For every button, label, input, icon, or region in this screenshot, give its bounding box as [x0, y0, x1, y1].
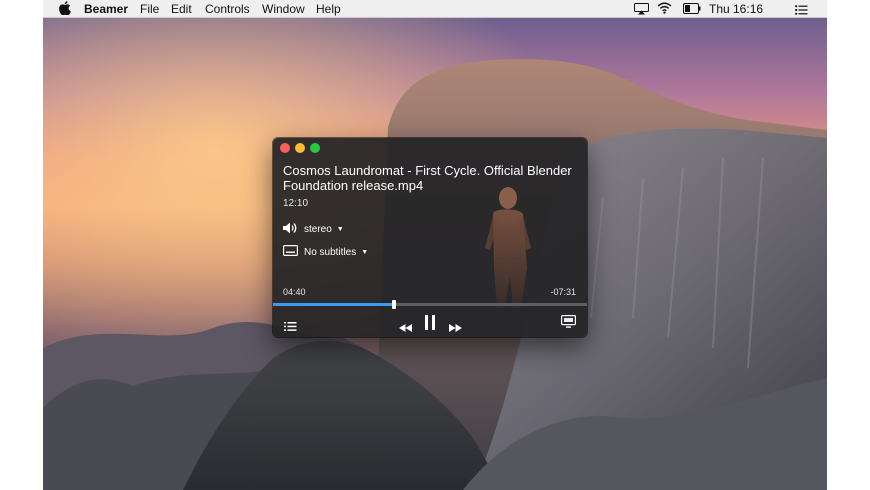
playlist-icon[interactable]	[284, 318, 297, 336]
airplay-screen-icon[interactable]	[561, 315, 577, 333]
menu-clock[interactable]: Thu 16:16	[709, 2, 763, 16]
audio-track-selector[interactable]: stereo ▼	[283, 222, 344, 237]
fast-forward-icon[interactable]	[449, 319, 462, 337]
menu-controls[interactable]: Controls	[205, 2, 250, 16]
battery-icon[interactable]	[683, 3, 701, 17]
minimize-button[interactable]	[295, 143, 305, 153]
media-title: Cosmos Laundromat - First Cycle. Officia…	[283, 163, 572, 193]
pause-icon[interactable]	[424, 315, 436, 335]
playback-progress-bar[interactable]	[273, 300, 587, 309]
close-button[interactable]	[280, 143, 290, 153]
progress-scrubber-handle[interactable]	[391, 300, 396, 309]
elapsed-time: 04:40	[283, 287, 306, 297]
video-preview	[485, 187, 531, 308]
menu-app-name[interactable]: Beamer	[84, 2, 128, 16]
notification-center-icon[interactable]	[795, 4, 808, 18]
rewind-icon[interactable]	[399, 319, 412, 337]
progress-fill	[273, 303, 394, 306]
wifi-icon[interactable]	[657, 2, 672, 17]
menu-file[interactable]: File	[140, 2, 159, 16]
menu-window[interactable]: Window	[262, 2, 305, 16]
zoom-button[interactable]	[310, 143, 320, 153]
subtitles-selector[interactable]: No subtitles ▼	[283, 245, 368, 259]
apple-icon[interactable]	[59, 1, 71, 18]
subtitles-label: No subtitles	[304, 246, 357, 258]
menu-bar: Beamer File Edit Controls Window Help Th…	[43, 0, 827, 18]
remaining-time: -07:31	[550, 287, 576, 297]
beamer-player-window[interactable]: Cosmos Laundromat - First Cycle. Officia…	[273, 138, 587, 337]
airplay-icon[interactable]	[634, 3, 649, 18]
chevron-down-icon: ▼	[336, 226, 344, 233]
media-duration: 12:10	[283, 198, 309, 209]
speaker-icon	[283, 222, 298, 237]
menu-help[interactable]: Help	[316, 2, 341, 16]
menu-edit[interactable]: Edit	[171, 2, 192, 16]
subtitles-icon	[283, 245, 299, 259]
chevron-down-icon: ▼	[361, 248, 369, 256]
audio-track-label: stereo	[304, 224, 332, 235]
